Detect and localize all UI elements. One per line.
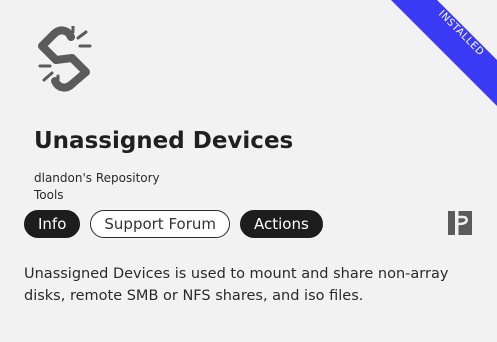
actions-button[interactable]: Actions — [240, 210, 323, 238]
action-buttons: Info Support Forum Actions — [24, 210, 323, 238]
app-title: Unassigned Devices — [34, 128, 294, 154]
app-card: INSTALLED Unassigned Devices dlandon's R… — [0, 0, 497, 342]
plugin-icon — [448, 211, 472, 235]
category-label: Tools — [34, 188, 64, 202]
repository-name: dlandon's Repository — [34, 171, 160, 185]
broken-link-icon — [38, 26, 92, 92]
support-forum-button[interactable]: Support Forum — [90, 210, 231, 238]
info-button[interactable]: Info — [24, 210, 81, 238]
installed-ribbon: INSTALLED — [391, 0, 497, 106]
app-description: Unassigned Devices is used to mount and … — [24, 266, 449, 304]
